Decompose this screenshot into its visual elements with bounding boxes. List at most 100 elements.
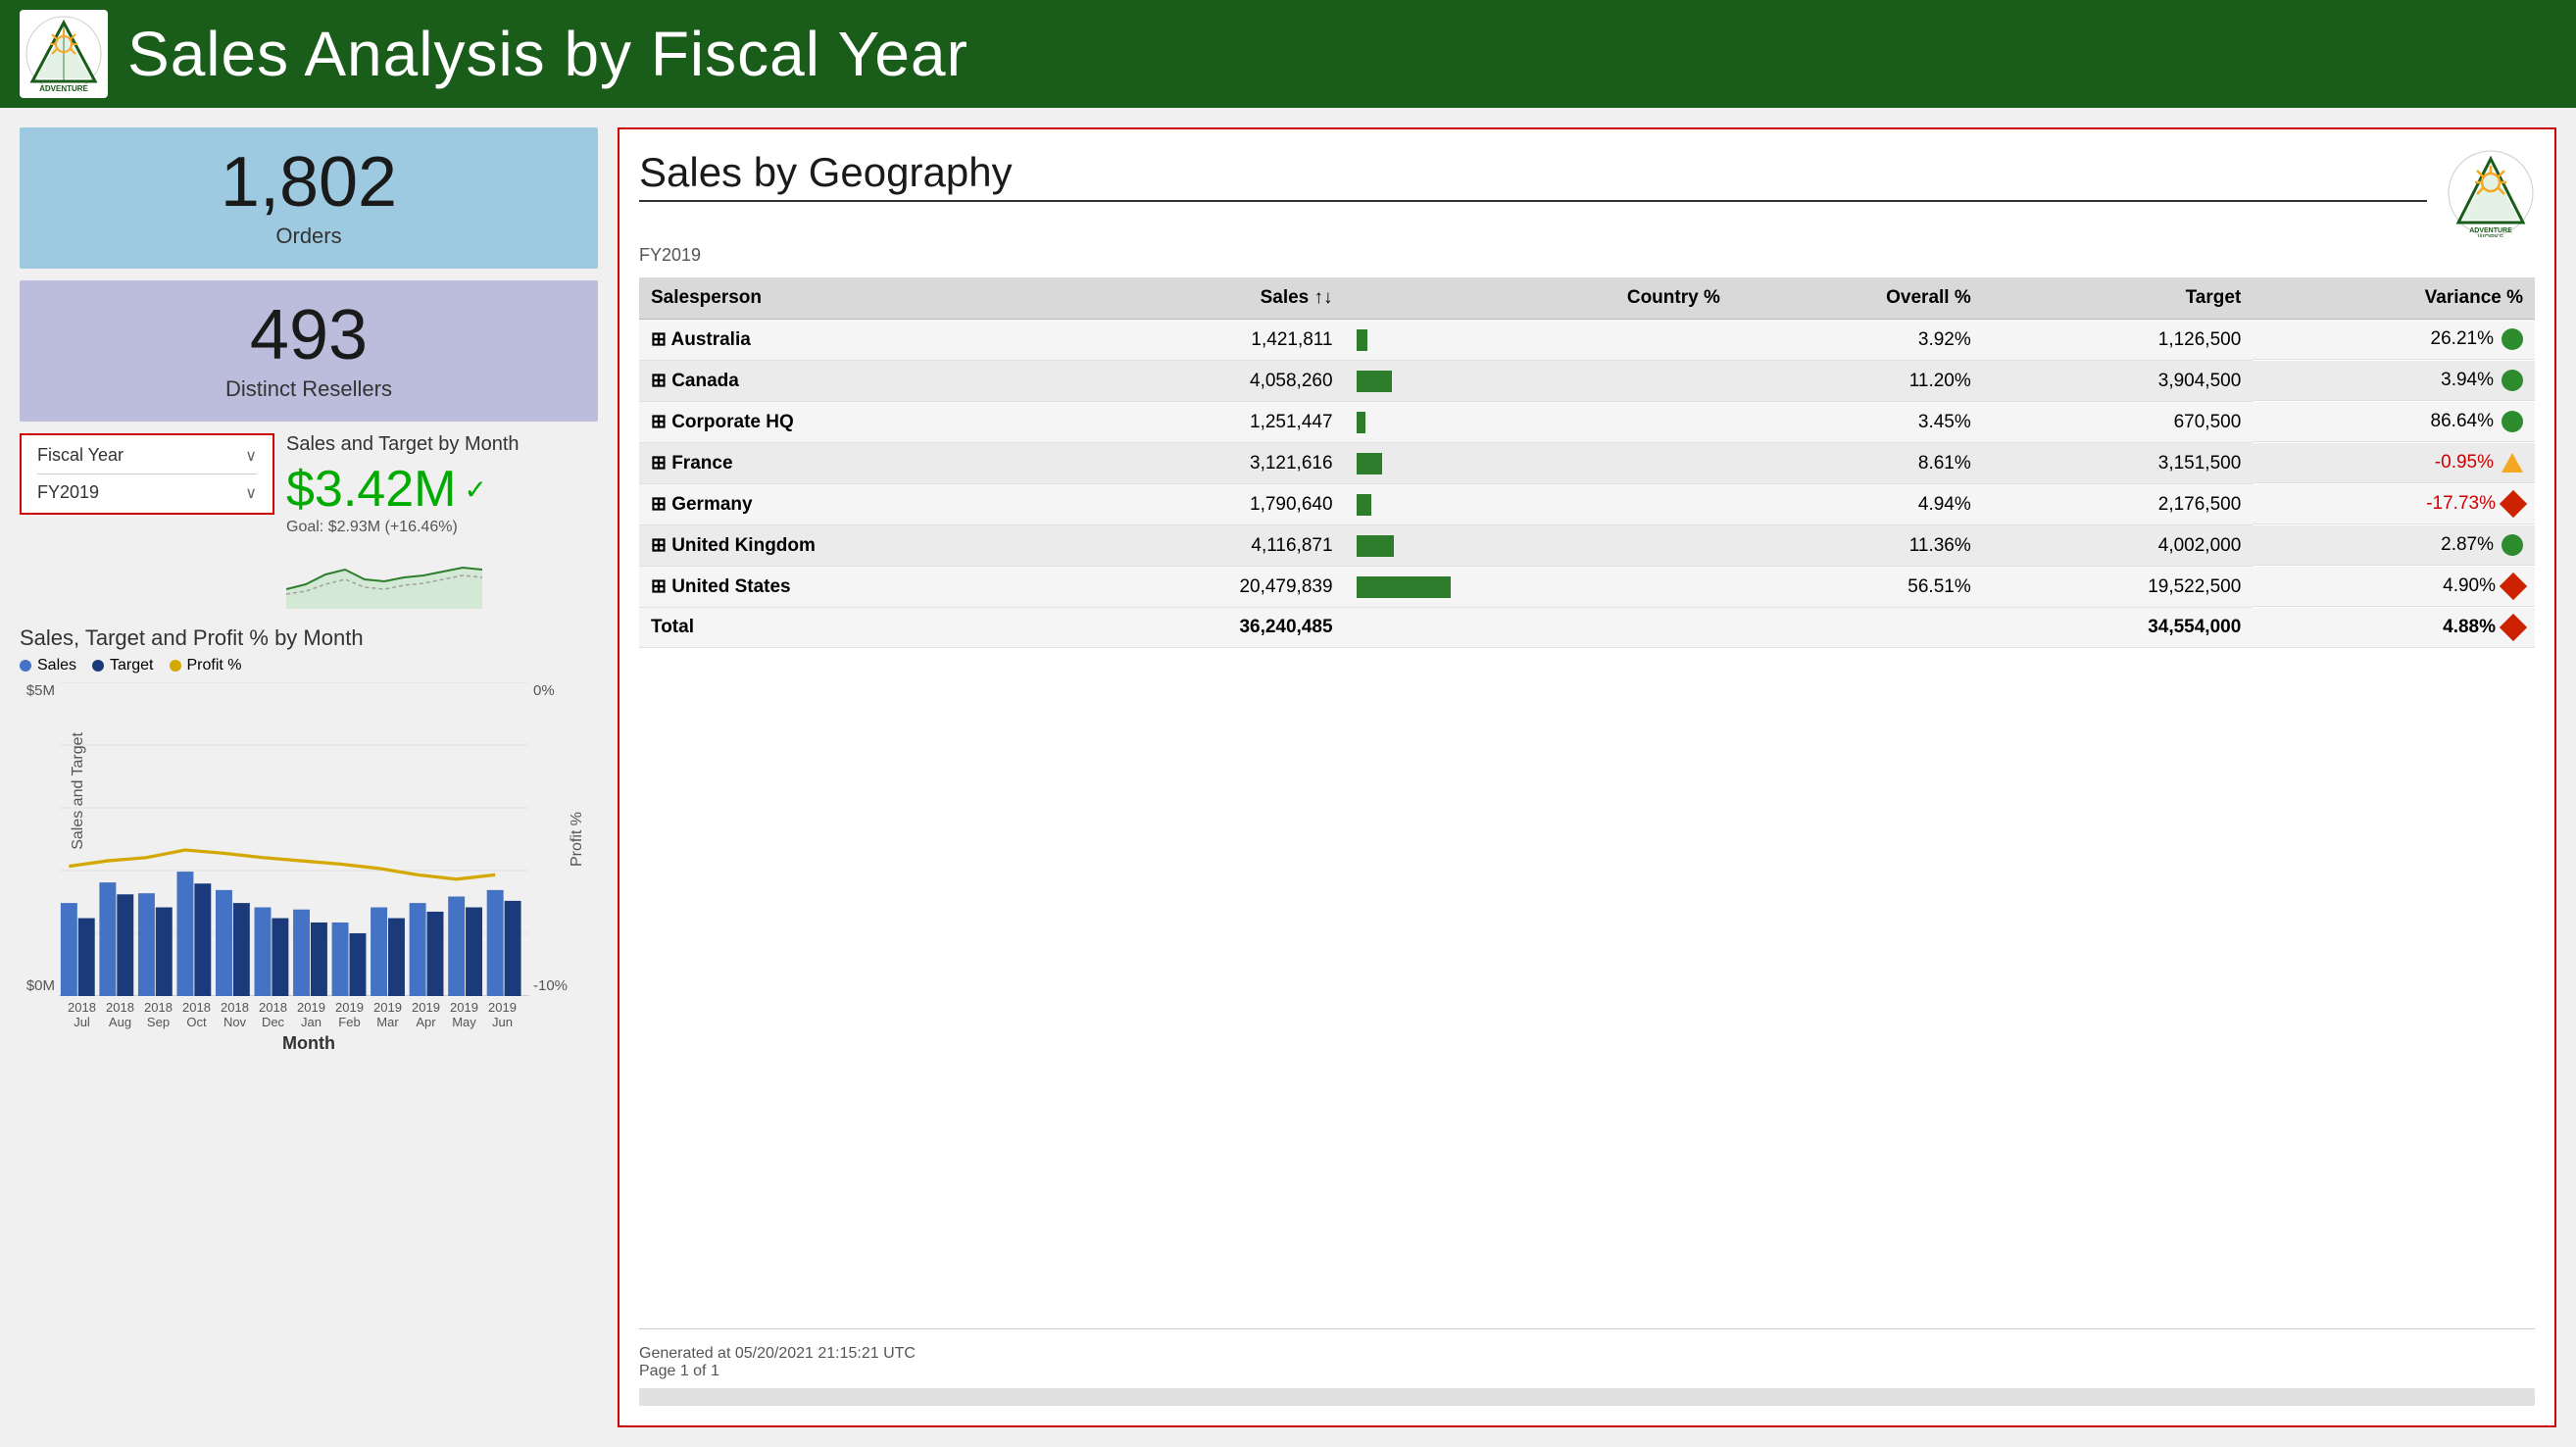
cell-country-pct bbox=[1462, 402, 1732, 443]
table-row: ⊞ Germany 1,790,640 4.94% 2,176,500 -17.… bbox=[639, 484, 2535, 525]
cell-variance: 4.90% bbox=[2253, 567, 2535, 607]
geo-panel: Sales by Geography ADVENTURE WORKS FY201… bbox=[618, 127, 2556, 1427]
col-salesperson: Salesperson bbox=[639, 277, 1074, 320]
cell-country-pct bbox=[1462, 484, 1732, 525]
table-row: ⊞ Canada 4,058,260 11.20% 3,904,500 3.94… bbox=[639, 361, 2535, 402]
y-axis-left: $5M $0M bbox=[20, 682, 59, 996]
cell-overall-pct: 3.92% bbox=[1732, 320, 1983, 361]
cell-sales: 4,116,871 bbox=[1074, 525, 1345, 567]
y-axis-left-label: Sales and Target bbox=[70, 732, 87, 850]
legend-profit: Profit % bbox=[170, 657, 242, 674]
x-label-nov18: 2018Nov bbox=[216, 1000, 254, 1029]
sales-target-mini-title: Sales and Target by Month bbox=[286, 433, 598, 456]
cell-overall-pct: 8.61% bbox=[1732, 443, 1983, 484]
status-icon-green bbox=[2502, 534, 2523, 556]
x-label-may19: 2019May bbox=[445, 1000, 483, 1029]
kpi-row-2: 493 Distinct Resellers bbox=[20, 280, 598, 422]
cell-bar bbox=[1345, 567, 1462, 608]
profit-legend-dot bbox=[170, 660, 181, 672]
cell-sales: 3,121,616 bbox=[1074, 443, 1345, 484]
table-header-row: Salesperson Sales ↑↓ Country % Overall %… bbox=[639, 277, 2535, 320]
cell-overall-pct: 3.45% bbox=[1732, 402, 1983, 443]
y-right-top: 0% bbox=[533, 682, 569, 699]
orders-value: 1,802 bbox=[39, 147, 578, 218]
resellers-value: 493 bbox=[39, 300, 578, 371]
status-icon-green bbox=[2502, 370, 2523, 391]
horizontal-scrollbar[interactable] bbox=[639, 1388, 2535, 1406]
table-row: ⊞ Australia 1,421,811 3.92% 1,126,500 26… bbox=[639, 320, 2535, 361]
y-zero: $0M bbox=[26, 977, 55, 994]
status-icon-red-total bbox=[2500, 613, 2527, 640]
filter-area: Fiscal Year ∨ FY2019 ∨ Sales and Target … bbox=[20, 433, 598, 614]
orders-kpi: 1,802 Orders bbox=[20, 127, 598, 269]
x-axis-labels: 2018Jul 2018Aug 2018Sep 2018Oct 2018Nov … bbox=[63, 1000, 521, 1029]
legend-sales-label: Sales bbox=[37, 657, 76, 674]
geo-header: Sales by Geography ADVENTURE WORKS bbox=[639, 149, 2535, 237]
cell-name: ⊞ United Kingdom bbox=[639, 525, 1074, 567]
geo-title: Sales by Geography bbox=[639, 149, 2427, 202]
cell-name: ⊞ Corporate HQ bbox=[639, 402, 1074, 443]
cell-name: ⊞ Germany bbox=[639, 484, 1074, 525]
chart-title: Sales, Target and Profit % by Month bbox=[20, 625, 598, 651]
total-label: Total bbox=[639, 608, 1074, 648]
y-axis-right: 0% -10% bbox=[529, 682, 569, 996]
axis-labels-row: 2018Jul 2018Aug 2018Sep 2018Oct 2018Nov … bbox=[20, 1000, 598, 1029]
chart-container: $5M $0M bbox=[20, 682, 598, 996]
x-label-jan19: 2019Jan bbox=[292, 1000, 330, 1029]
legend-target: Target bbox=[92, 657, 153, 674]
page-title: Sales Analysis by Fiscal Year bbox=[127, 18, 968, 90]
x-label-aug18: 2018Aug bbox=[101, 1000, 139, 1029]
col-sales[interactable]: Sales ↑↓ bbox=[1074, 277, 1345, 320]
cell-sales: 1,790,640 bbox=[1074, 484, 1345, 525]
cell-variance: 86.64% bbox=[2253, 402, 2535, 442]
cell-variance: 2.87% bbox=[2253, 525, 2535, 566]
status-icon-red bbox=[2500, 572, 2527, 599]
cell-name: ⊞ France bbox=[639, 443, 1074, 484]
main-content: 1,802 Orders 493 Distinct Resellers Fisc… bbox=[0, 108, 2576, 1447]
x-label-feb19: 2019Feb bbox=[330, 1000, 369, 1029]
fiscal-year-filter-label: Fiscal Year ∨ bbox=[37, 445, 257, 466]
sales-target-mini: Sales and Target by Month $3.42M ✓ Goal:… bbox=[286, 433, 598, 614]
cell-variance: 26.21% bbox=[2253, 320, 2535, 360]
fiscal-year-filter-value[interactable]: FY2019 ∨ bbox=[37, 474, 257, 503]
cell-country-pct bbox=[1462, 320, 1732, 361]
table-body: ⊞ Australia 1,421,811 3.92% 1,126,500 26… bbox=[639, 320, 2535, 608]
cell-target: 3,151,500 bbox=[1983, 443, 2254, 484]
generated-text: Generated at 05/20/2021 21:15:21 UTC bbox=[639, 1345, 2535, 1363]
geo-year: FY2019 bbox=[639, 245, 2535, 266]
left-panel: 1,802 Orders 493 Distinct Resellers Fisc… bbox=[20, 127, 598, 1427]
x-label-jun19: 2019Jun bbox=[483, 1000, 521, 1029]
cell-name: ⊞ United States bbox=[639, 567, 1074, 608]
mini-sparkline bbox=[286, 540, 482, 609]
status-icon-green bbox=[2502, 328, 2523, 350]
resellers-label: Distinct Resellers bbox=[39, 376, 578, 402]
cell-target: 3,904,500 bbox=[1983, 361, 2254, 402]
cell-target: 670,500 bbox=[1983, 402, 2254, 443]
logo-box: ADVENTURE WORKS bbox=[20, 10, 108, 98]
geo-table: Salesperson Sales ↑↓ Country % Overall %… bbox=[639, 277, 2535, 648]
kpi-row: 1,802 Orders bbox=[20, 127, 598, 269]
cell-bar bbox=[1345, 525, 1462, 567]
table-row: ⊞ Corporate HQ 1,251,447 3.45% 670,500 8… bbox=[639, 402, 2535, 443]
table-row: ⊞ United States 20,479,839 56.51% 19,522… bbox=[639, 567, 2535, 608]
cell-variance variance-red: -17.73% bbox=[2253, 484, 2535, 524]
legend-target-label: Target bbox=[110, 657, 153, 674]
total-country-pct bbox=[1462, 608, 1732, 648]
cell-name: ⊞ Australia bbox=[639, 320, 1074, 361]
cell-name: ⊞ Canada bbox=[639, 361, 1074, 402]
x-label-dec18: 2018Dec bbox=[254, 1000, 292, 1029]
cell-country-pct bbox=[1462, 361, 1732, 402]
y-right-bottom: -10% bbox=[533, 977, 569, 994]
x-label-mar19: 2019Mar bbox=[369, 1000, 407, 1029]
total-target: 34,554,000 bbox=[1983, 608, 2254, 648]
table-row: ⊞ France 3,121,616 8.61% 3,151,500 -0.95… bbox=[639, 443, 2535, 484]
resellers-kpi: 493 Distinct Resellers bbox=[20, 280, 598, 422]
table-footer: Total 36,240,485 34,554,000 4.88% bbox=[639, 608, 2535, 648]
table-row: ⊞ United Kingdom 4,116,871 11.36% 4,002,… bbox=[639, 525, 2535, 567]
legend-profit-label: Profit % bbox=[187, 657, 242, 674]
fiscal-year-filter[interactable]: Fiscal Year ∨ FY2019 ∨ bbox=[20, 433, 274, 515]
cell-sales: 1,251,447 bbox=[1074, 402, 1345, 443]
cell-overall-pct: 56.51% bbox=[1732, 567, 1983, 608]
cell-country-pct bbox=[1462, 443, 1732, 484]
chart-svg-container bbox=[59, 682, 529, 996]
